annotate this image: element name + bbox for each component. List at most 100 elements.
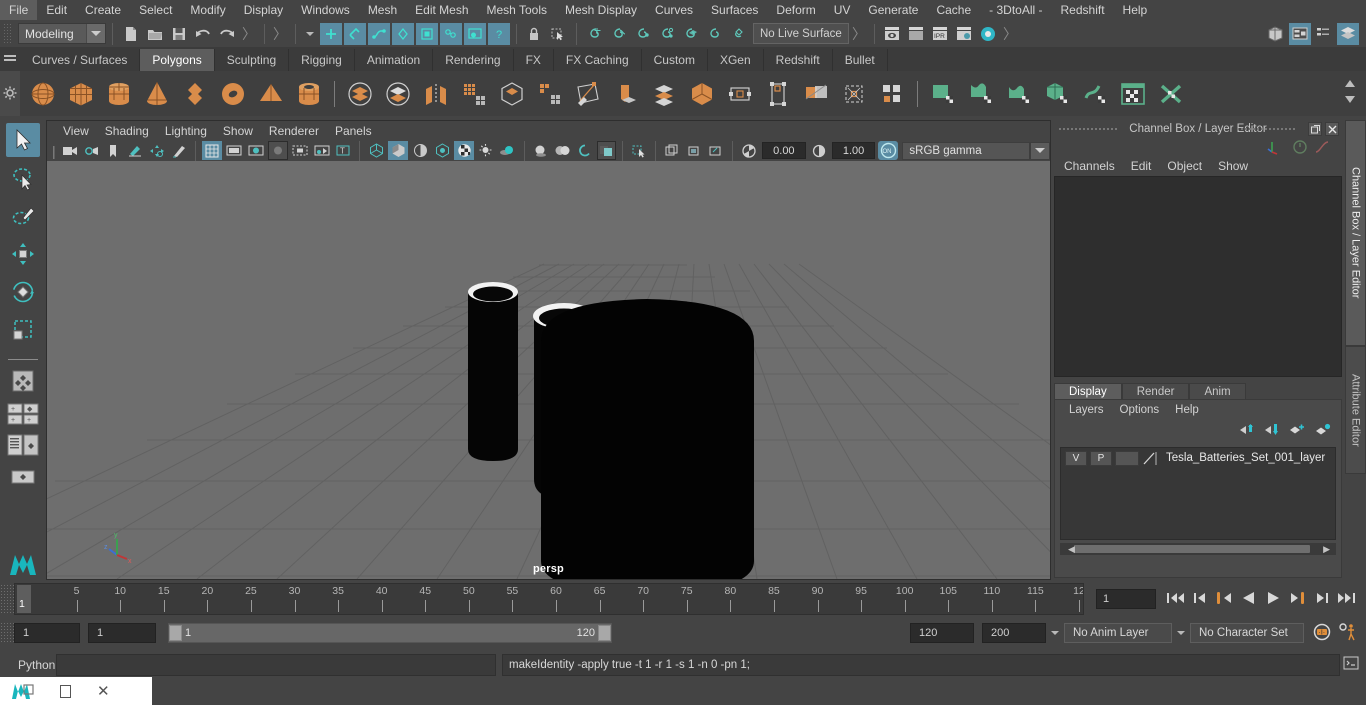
menu-item-file[interactable]: File — [0, 0, 38, 20]
menu-item-modify[interactable]: Modify — [181, 0, 234, 20]
channelbox-menu-item-edit[interactable]: Edit — [1123, 159, 1160, 173]
snap-to-point-icon[interactable] — [632, 23, 654, 45]
gamma-icon[interactable] — [809, 141, 829, 160]
uv-unfold-icon[interactable] — [964, 77, 998, 111]
collapse-group-icon[interactable]: 〉 — [270, 24, 290, 44]
collapse-group-icon[interactable]: 〉 — [239, 24, 259, 44]
menu-item-windows[interactable]: Windows — [292, 0, 359, 20]
time-slider-track[interactable]: 1 5 10 15 20 25 30 35 40 45 50 55 60 65 70 75 80 85 90 95 1… — [14, 583, 1084, 615]
select-by-component-type-icon[interactable] — [368, 22, 390, 45]
menu-item-curves[interactable]: Curves — [646, 0, 702, 20]
quad-draw-icon[interactable] — [837, 77, 871, 111]
poly-pipe-icon[interactable] — [292, 77, 326, 111]
select-tool-icon[interactable] — [5, 123, 40, 157]
viewport-menu-item-view[interactable]: View — [55, 124, 97, 138]
menu-item-mesh-tools[interactable]: Mesh Tools — [478, 0, 556, 20]
shelf-tab-custom[interactable]: Custom — [641, 49, 708, 71]
menu-item-cache[interactable]: Cache — [927, 0, 980, 20]
poly-cylinder-icon[interactable] — [102, 77, 136, 111]
select-dynamics-icon[interactable] — [440, 22, 462, 45]
animation-start-field[interactable]: 1 — [14, 623, 80, 643]
collapse-group-icon[interactable]: | — [49, 143, 59, 159]
chevron-down-icon[interactable] — [1029, 141, 1050, 160]
range-start-field[interactable]: 1 — [88, 623, 156, 643]
grease-pencil-icon[interactable] — [169, 141, 189, 160]
attribute-editor-icon[interactable] — [1289, 22, 1311, 45]
menu-item-generate[interactable]: Generate — [859, 0, 927, 20]
select-by-object-type-icon[interactable] — [344, 22, 366, 45]
uv-3d-cut-icon[interactable] — [1154, 77, 1188, 111]
auto-keyframe-icon[interactable]: ·I· — [1312, 622, 1332, 645]
bookmark-icon[interactable] — [103, 141, 123, 160]
field-chart-icon[interactable] — [290, 141, 310, 160]
shelf-tab-fx[interactable]: FX — [513, 49, 554, 71]
channel-box-attribute-list[interactable] — [1054, 176, 1342, 377]
uv-cut-icon[interactable] — [1040, 77, 1074, 111]
select-joints-icon[interactable] — [416, 22, 438, 45]
shelf-tab-curves-surfaces[interactable]: Curves / Surfaces — [20, 49, 141, 71]
time-slider-gripper[interactable] — [0, 584, 14, 614]
animation-end-field[interactable]: 200 — [982, 623, 1046, 643]
menu-set-selector[interactable]: Modeling — [18, 23, 106, 44]
close-icon[interactable] — [1325, 122, 1339, 136]
multi-cut-icon[interactable] — [609, 77, 643, 111]
shelf-tab-rendering[interactable]: Rendering — [433, 49, 514, 71]
range-start-handle[interactable] — [169, 625, 182, 641]
command-input[interactable] — [56, 654, 496, 676]
shelf-tab-animation[interactable]: Animation — [354, 49, 434, 71]
chevron-down-icon[interactable] — [1177, 631, 1185, 635]
view-transform-toggle-icon[interactable]: ON — [878, 141, 899, 160]
gear-icon[interactable] — [2, 85, 18, 101]
current-frame-field[interactable]: 1 — [1096, 589, 1156, 609]
select-by-hierarchy-icon[interactable] — [320, 22, 342, 45]
live-surface-field[interactable]: No Live Surface — [753, 23, 849, 44]
four-view-layout-icon[interactable]: + ◆ + + — [6, 400, 40, 428]
menu-item-edit-mesh[interactable]: Edit Mesh — [406, 0, 477, 20]
layer-visibility-toggle[interactable]: V — [1065, 450, 1087, 466]
uv-layout-icon[interactable] — [1002, 77, 1036, 111]
shelf-menu-icon[interactable] — [4, 55, 16, 57]
snap-magnet-icon[interactable] — [704, 23, 726, 45]
panel-gripper[interactable] — [1236, 127, 1296, 132]
image-plane-icon[interactable] — [125, 141, 145, 160]
channelbox-menu-item-show[interactable]: Show — [1210, 159, 1256, 173]
extrude-icon[interactable] — [647, 77, 681, 111]
chevron-down-icon[interactable] — [306, 31, 314, 36]
viewport-menu-item-show[interactable]: Show — [215, 124, 261, 138]
menu-item-deform[interactable]: Deform — [767, 0, 824, 20]
mirror-icon[interactable] — [419, 77, 453, 111]
paint-select-tool-icon[interactable] — [6, 199, 40, 233]
gate-mask-icon[interactable] — [267, 141, 288, 160]
chevron-down-icon[interactable] — [1051, 631, 1059, 635]
shelf-tab-sculpting[interactable]: Sculpting — [214, 49, 290, 71]
layer-menu-item-help[interactable]: Help — [1167, 404, 1207, 416]
minimize-window-icon[interactable] — [60, 684, 71, 698]
new-scene-icon[interactable] — [120, 23, 142, 45]
poly-torus-icon[interactable] — [216, 77, 250, 111]
go-to-end-icon[interactable] — [1336, 590, 1356, 609]
manipulator-axis-icon[interactable] — [1266, 138, 1284, 159]
shelf-tab-fx-caching[interactable]: FX Caching — [553, 49, 642, 71]
snap-to-grid-icon[interactable] — [584, 23, 606, 45]
gamma-value[interactable]: 1.00 — [831, 142, 876, 159]
step-forward-key-icon[interactable] — [1288, 590, 1308, 609]
collapse-group-icon[interactable]: 〉 — [1000, 24, 1020, 44]
layer-list[interactable]: V P Tesla_Batteries_Set_001_layer — [1060, 447, 1336, 540]
layer-list-hscrollbar[interactable]: ◀ ▶ — [1060, 543, 1336, 555]
select-handles-icon[interactable] — [392, 22, 414, 45]
rotate-tool-icon[interactable] — [6, 275, 40, 309]
bevel-icon[interactable] — [571, 77, 605, 111]
shelf-tab-rigging[interactable]: Rigging — [289, 49, 355, 71]
move-tool-icon[interactable] — [6, 237, 40, 271]
uv-editor-icon[interactable] — [926, 77, 960, 111]
render-view-icon[interactable] — [977, 23, 999, 45]
textured-icon[interactable] — [454, 141, 474, 160]
merge-icon[interactable] — [685, 77, 719, 111]
lock-icon[interactable] — [523, 23, 545, 45]
poly-pyramid-icon[interactable] — [254, 77, 288, 111]
step-forward-frame-icon[interactable] — [1314, 590, 1330, 609]
viewport-menu-item-shading[interactable]: Shading — [97, 124, 157, 138]
uv-snapshot-icon[interactable] — [1078, 77, 1112, 111]
new-layer-icon[interactable] — [1289, 423, 1305, 439]
insert-edge-loop-icon[interactable] — [761, 77, 795, 111]
